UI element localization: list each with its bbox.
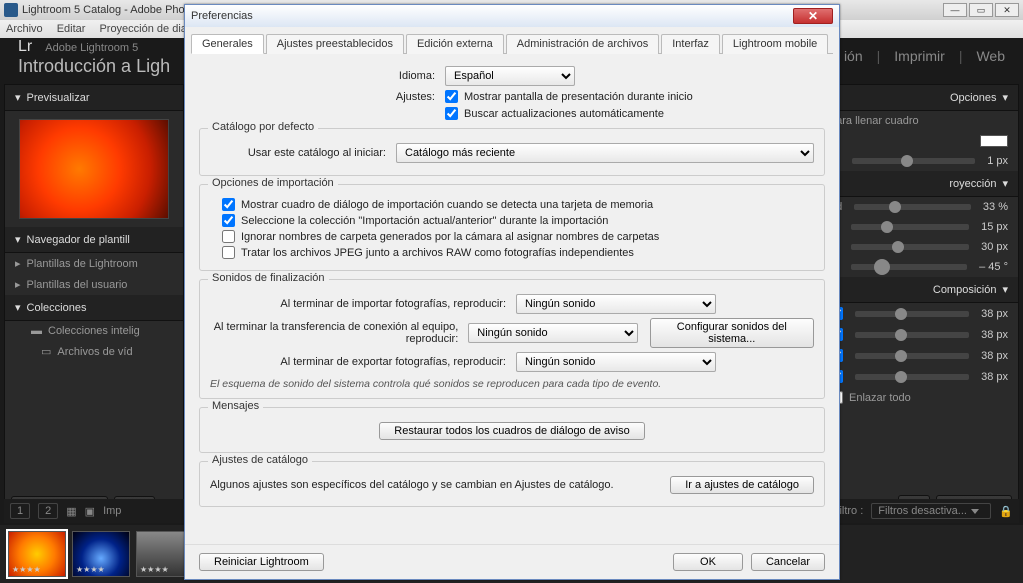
brand-line2: Introducción a Ligh — [18, 56, 170, 76]
left-panel: ▾ Previsualizar ▾ Navegador de plantill … — [4, 84, 184, 523]
language-select[interactable]: Español — [445, 66, 575, 86]
language-label: Idioma: — [199, 70, 439, 82]
menu-editar[interactable]: Editar — [57, 23, 86, 35]
dialog-close-button[interactable]: ✕ — [793, 8, 833, 24]
ok-button[interactable]: OK — [673, 553, 743, 571]
slider-angle[interactable] — [851, 264, 968, 270]
filmstrip-thumb-1[interactable]: ★★★★ — [8, 531, 66, 577]
dialog-footer: Reiniciar Lightroom OK Cancelar — [185, 544, 839, 579]
dialog-tabs: Generales Ajustes preestablecidos Edició… — [191, 33, 833, 54]
messages-fieldset: Mensajes Restaurar todos los cuadros de … — [199, 407, 825, 453]
filter-lock-icon[interactable]: 🔒 — [999, 505, 1013, 518]
module-print[interactable]: Imprimir — [894, 48, 945, 64]
collection-smart[interactable]: ▬ Colecciones intelig — [5, 321, 183, 341]
menu-proyeccion[interactable]: Proyección de diap — [99, 23, 193, 35]
jpeg-raw-checkbox[interactable] — [222, 246, 235, 259]
goto-catalog-settings-button[interactable]: Ir a ajustes de catálogo — [670, 476, 814, 494]
dialog-titlebar[interactable]: Preferencias ✕ — [185, 5, 839, 27]
catalog-settings-fieldset: Ajustes de catálogo Algunos ajustes son … — [199, 461, 825, 507]
options-header[interactable]: Opciones ▾ — [820, 85, 1018, 111]
ignore-folder-names-checkbox[interactable] — [222, 230, 235, 243]
imp-label: Imp — [103, 505, 121, 517]
menu-archivo[interactable]: Archivo — [6, 23, 43, 35]
tab-presets[interactable]: Ajustes preestablecidos — [266, 34, 404, 54]
select-collection-checkbox[interactable] — [222, 214, 235, 227]
settings-label: Ajustes: — [199, 91, 439, 103]
updates-checkbox[interactable] — [445, 107, 458, 120]
lr-logo-mark: Lr — [18, 38, 32, 55]
minimize-button[interactable]: — — [943, 3, 967, 17]
catalog-label: Usar este catálogo al iniciar: — [210, 147, 390, 159]
grid-icon[interactable]: ▣ — [85, 505, 95, 518]
color-swatch[interactable] — [980, 135, 1008, 147]
dialog-title: Preferencias — [191, 10, 253, 22]
template-item-user[interactable]: ▸ Plantillas del usuario — [5, 274, 183, 295]
dialog-content: Idioma: Español Ajustes: Mostrar pantall… — [185, 54, 839, 544]
filmstrip-thumb-2[interactable]: ★★★★ — [72, 531, 130, 577]
page-1[interactable]: 1 — [10, 503, 30, 519]
tab-generales[interactable]: Generales — [191, 34, 264, 54]
slider-radius[interactable] — [851, 244, 970, 250]
tab-interface[interactable]: Interfaz — [661, 34, 720, 54]
updates-label: Buscar actualizaciones automáticamente — [464, 108, 664, 120]
projection-header[interactable]: royección ▾ — [820, 171, 1018, 197]
restart-lightroom-button[interactable]: Reiniciar Lightroom — [199, 553, 324, 571]
tab-mobile[interactable]: Lightroom mobile — [722, 34, 828, 54]
default-catalog-fieldset: Catálogo por defecto Usar este catálogo … — [199, 128, 825, 176]
cancel-button[interactable]: Cancelar — [751, 553, 825, 571]
tether-sound-select[interactable]: Ningún sonido — [468, 323, 637, 343]
previsualizar-header[interactable]: ▾ Previsualizar — [5, 85, 183, 111]
preview-thumbnail[interactable] — [19, 119, 169, 219]
catalog-select[interactable]: Catálogo más reciente — [396, 143, 814, 163]
tab-file-handling[interactable]: Administración de archivos — [506, 34, 659, 54]
maximize-button[interactable]: ▭ — [969, 3, 993, 17]
composition-header[interactable]: Composición ▾ — [820, 277, 1018, 303]
slider-border[interactable] — [852, 158, 975, 164]
splash-label: Mostrar pantalla de presentación durante… — [464, 91, 693, 103]
catalog-note: Algunos ajustes son específicos del catá… — [210, 479, 614, 491]
right-panel: Opciones ▾ para llenar cuadro o ra1 px r… — [819, 84, 1019, 523]
completion-sounds-fieldset: Sonidos de finalización Al terminar de i… — [199, 279, 825, 399]
splash-checkbox[interactable] — [445, 90, 458, 103]
slider-opacity[interactable] — [854, 204, 971, 210]
tab-external-edit[interactable]: Edición externa — [406, 34, 504, 54]
export-sound-select[interactable]: Ningún sonido — [516, 352, 716, 372]
sound-note: El esquema de sonido del sistema control… — [210, 378, 814, 390]
slider-offset[interactable] — [851, 224, 969, 230]
app-title: Lightroom 5 Catalog - Adobe Phot — [22, 4, 188, 16]
preferences-dialog: Preferencias ✕ Generales Ajustes preesta… — [184, 4, 840, 580]
import-options-fieldset: Opciones de importación Mostrar cuadro d… — [199, 184, 825, 271]
template-item-lightroom[interactable]: ▸ Plantillas de Lightroom — [5, 253, 183, 274]
app-icon — [4, 3, 18, 17]
configure-sounds-button[interactable]: Configurar sonidos del sistema... — [650, 318, 814, 348]
template-browser-header[interactable]: ▾ Navegador de plantill — [5, 227, 183, 253]
filter-dropdown[interactable]: Filtros desactiva... — [871, 503, 991, 519]
loupe-icon[interactable]: ▦ — [66, 505, 76, 518]
fill-row[interactable]: para llenar cuadro — [820, 111, 1018, 131]
import-sound-select[interactable]: Ningún sonido — [516, 294, 716, 314]
restore-dialogs-button[interactable]: Restaurar todos los cuadros de diálogo d… — [379, 422, 644, 440]
brand-line1: Adobe Lightroom 5 — [45, 42, 138, 54]
close-button[interactable]: ✕ — [995, 3, 1019, 17]
module-slideshow[interactable]: ión — [844, 48, 863, 64]
module-web[interactable]: Web — [976, 48, 1005, 64]
collection-videos[interactable]: ▭ Archivos de víd — [5, 341, 183, 362]
import-dialog-checkbox[interactable] — [222, 198, 235, 211]
page-2[interactable]: 2 — [38, 503, 58, 519]
collections-header[interactable]: ▾ Colecciones — [5, 295, 183, 321]
